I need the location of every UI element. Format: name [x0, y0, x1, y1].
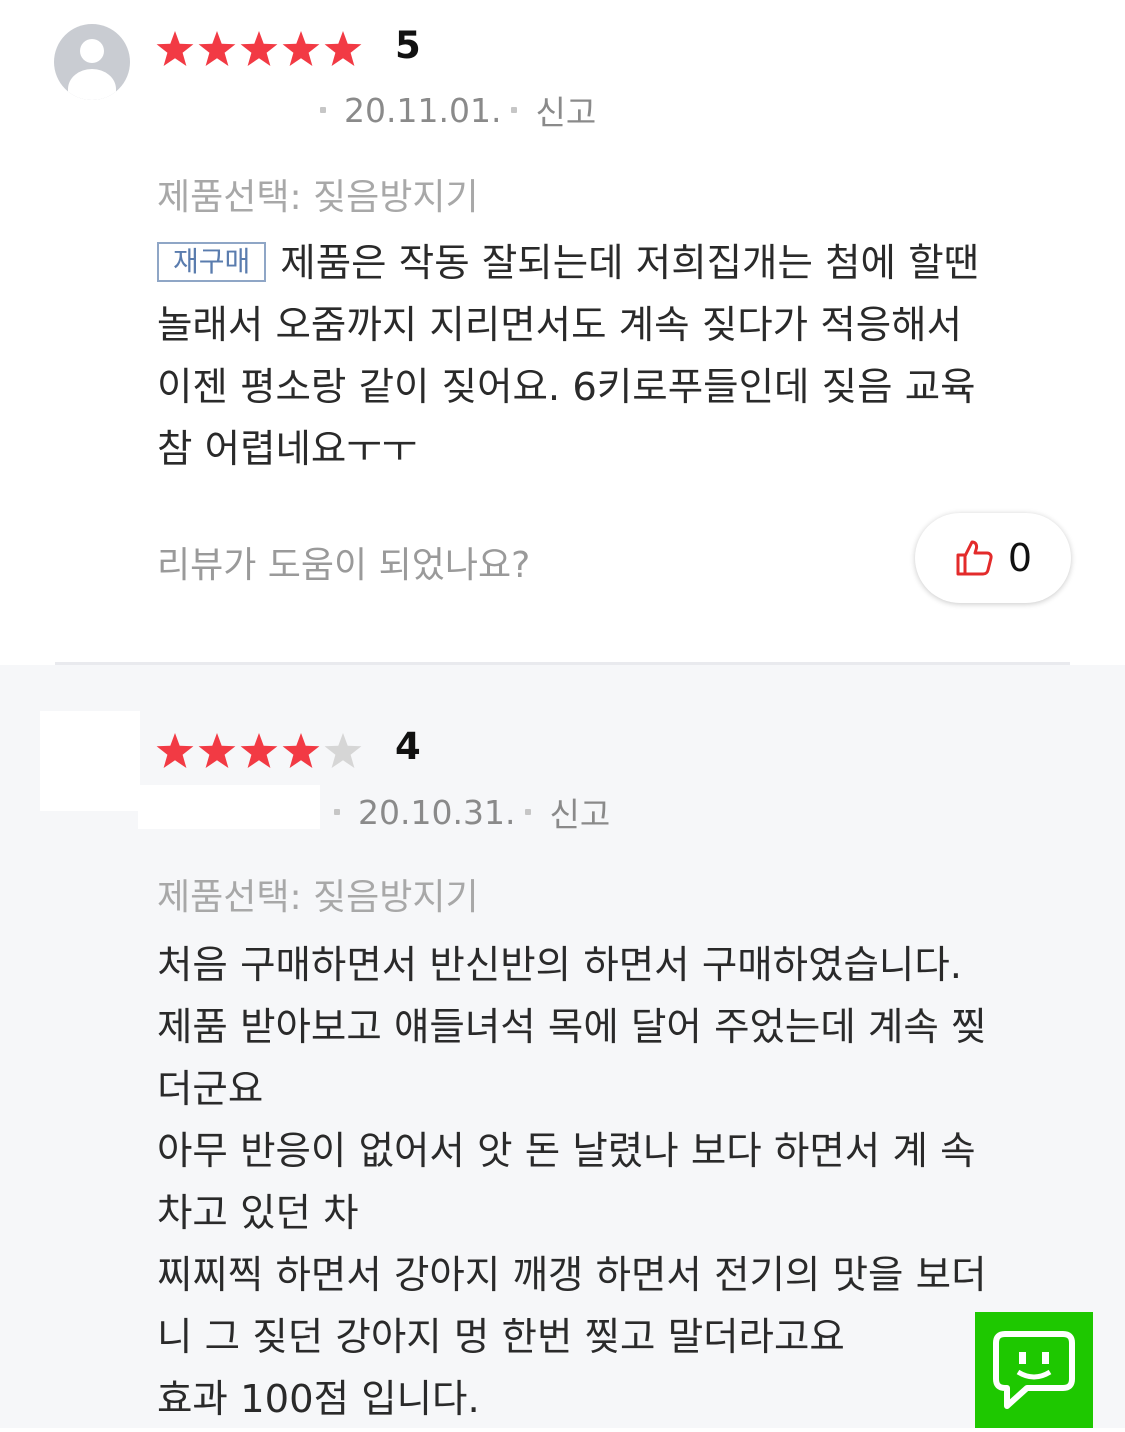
product-option: 제품선택: 짖음방지기 — [157, 177, 479, 218]
review-line: 니 그 짖던 강아지 멍 한번 찢고 말더라고요 — [157, 1315, 845, 1360]
review-line: 제품 받아보고 얘들녀석 목에 달어 주었는데 계속 찢 — [157, 1005, 987, 1050]
review-line: 놀래서 오줌까지 지리면서도 계속 짖다가 적응해서 — [157, 303, 963, 348]
star-icon — [198, 733, 236, 768]
like-button[interactable]: 0 — [915, 513, 1071, 603]
masked-avatar — [40, 711, 140, 811]
rating-score: 5 — [395, 24, 421, 67]
review-line: 찌찌찍 하면서 강아지 깨갱 하면서 전기의 맛을 보더 — [157, 1253, 987, 1298]
review-line: 제품은 작동 잘되는데 저희집개는 첨에 할땐 — [280, 241, 980, 286]
thumbs-up-icon — [956, 540, 993, 576]
star-icon — [198, 31, 236, 66]
separator-dot — [525, 809, 532, 815]
like-count: 0 — [1007, 536, 1033, 580]
review-date: 20.10.31. — [358, 792, 516, 832]
review-body: 처음 구매하면서 반신반의 하면서 구매하였습니다. 제품 받아보고 얘들녀석 … — [157, 935, 1072, 1431]
report-link[interactable]: 신고 — [549, 788, 610, 836]
chat-button[interactable] — [975, 1312, 1093, 1428]
review-line: 효과 100점 입니다. — [157, 1377, 480, 1422]
star-rating — [155, 731, 363, 771]
review-date: 20.11.01. — [344, 90, 502, 130]
review-line: 더군요 — [157, 1067, 264, 1112]
report-link[interactable]: 신고 — [535, 86, 596, 134]
star-icon — [156, 733, 194, 768]
review-line: 차고 있던 차 — [157, 1191, 359, 1236]
review-line: 이젠 평소랑 같이 짖어요. 6키로푸들인데 짖음 교육 — [157, 365, 976, 410]
separator-dot — [320, 107, 326, 113]
review-body: 재구매 제품은 작동 잘되는데 저희집개는 첨에 할땐 놀래서 오줌까지 지리면서… — [157, 233, 1072, 481]
user-avatar-icon — [54, 24, 130, 100]
separator-dot — [511, 107, 518, 113]
star-icon — [156, 31, 194, 66]
separator-dot — [334, 809, 340, 815]
star-icon — [282, 733, 320, 768]
review-card: 5 20.11.01. 신고 제품선택: 짖음방지기 재구매 제품은 작동 잘되는… — [0, 0, 1125, 665]
product-option: 제품선택: 짖음방지기 — [157, 877, 479, 918]
star-icon — [282, 31, 320, 66]
review-line: 아무 반응이 없어서 앗 돈 날렸나 보다 하면서 계 속 — [157, 1129, 976, 1174]
review-line: 처음 구매하면서 반신반의 하면서 구매하였습니다. — [157, 943, 963, 988]
review-line: 참 어렵네요ㅜㅜ — [157, 427, 418, 472]
star-icon — [324, 733, 362, 768]
helpful-question: 리뷰가 도움이 되었나요? — [157, 545, 531, 586]
masked-username — [138, 785, 320, 829]
review-card: 4 20.10.31. 신고 제품선택: 짖음방지기 처음 구매하면서 반신반의… — [0, 665, 1125, 1428]
review-meta: 20.11.01. 신고 — [310, 86, 596, 134]
rating-score: 4 — [395, 725, 421, 768]
chat-bubble-icon — [993, 1331, 1075, 1409]
star-icon — [240, 31, 278, 66]
star-rating — [155, 29, 363, 69]
star-icon — [324, 31, 362, 66]
review-meta: 20.10.31. 신고 — [324, 788, 610, 836]
star-icon — [240, 733, 278, 768]
repurchase-badge: 재구매 — [157, 241, 267, 282]
